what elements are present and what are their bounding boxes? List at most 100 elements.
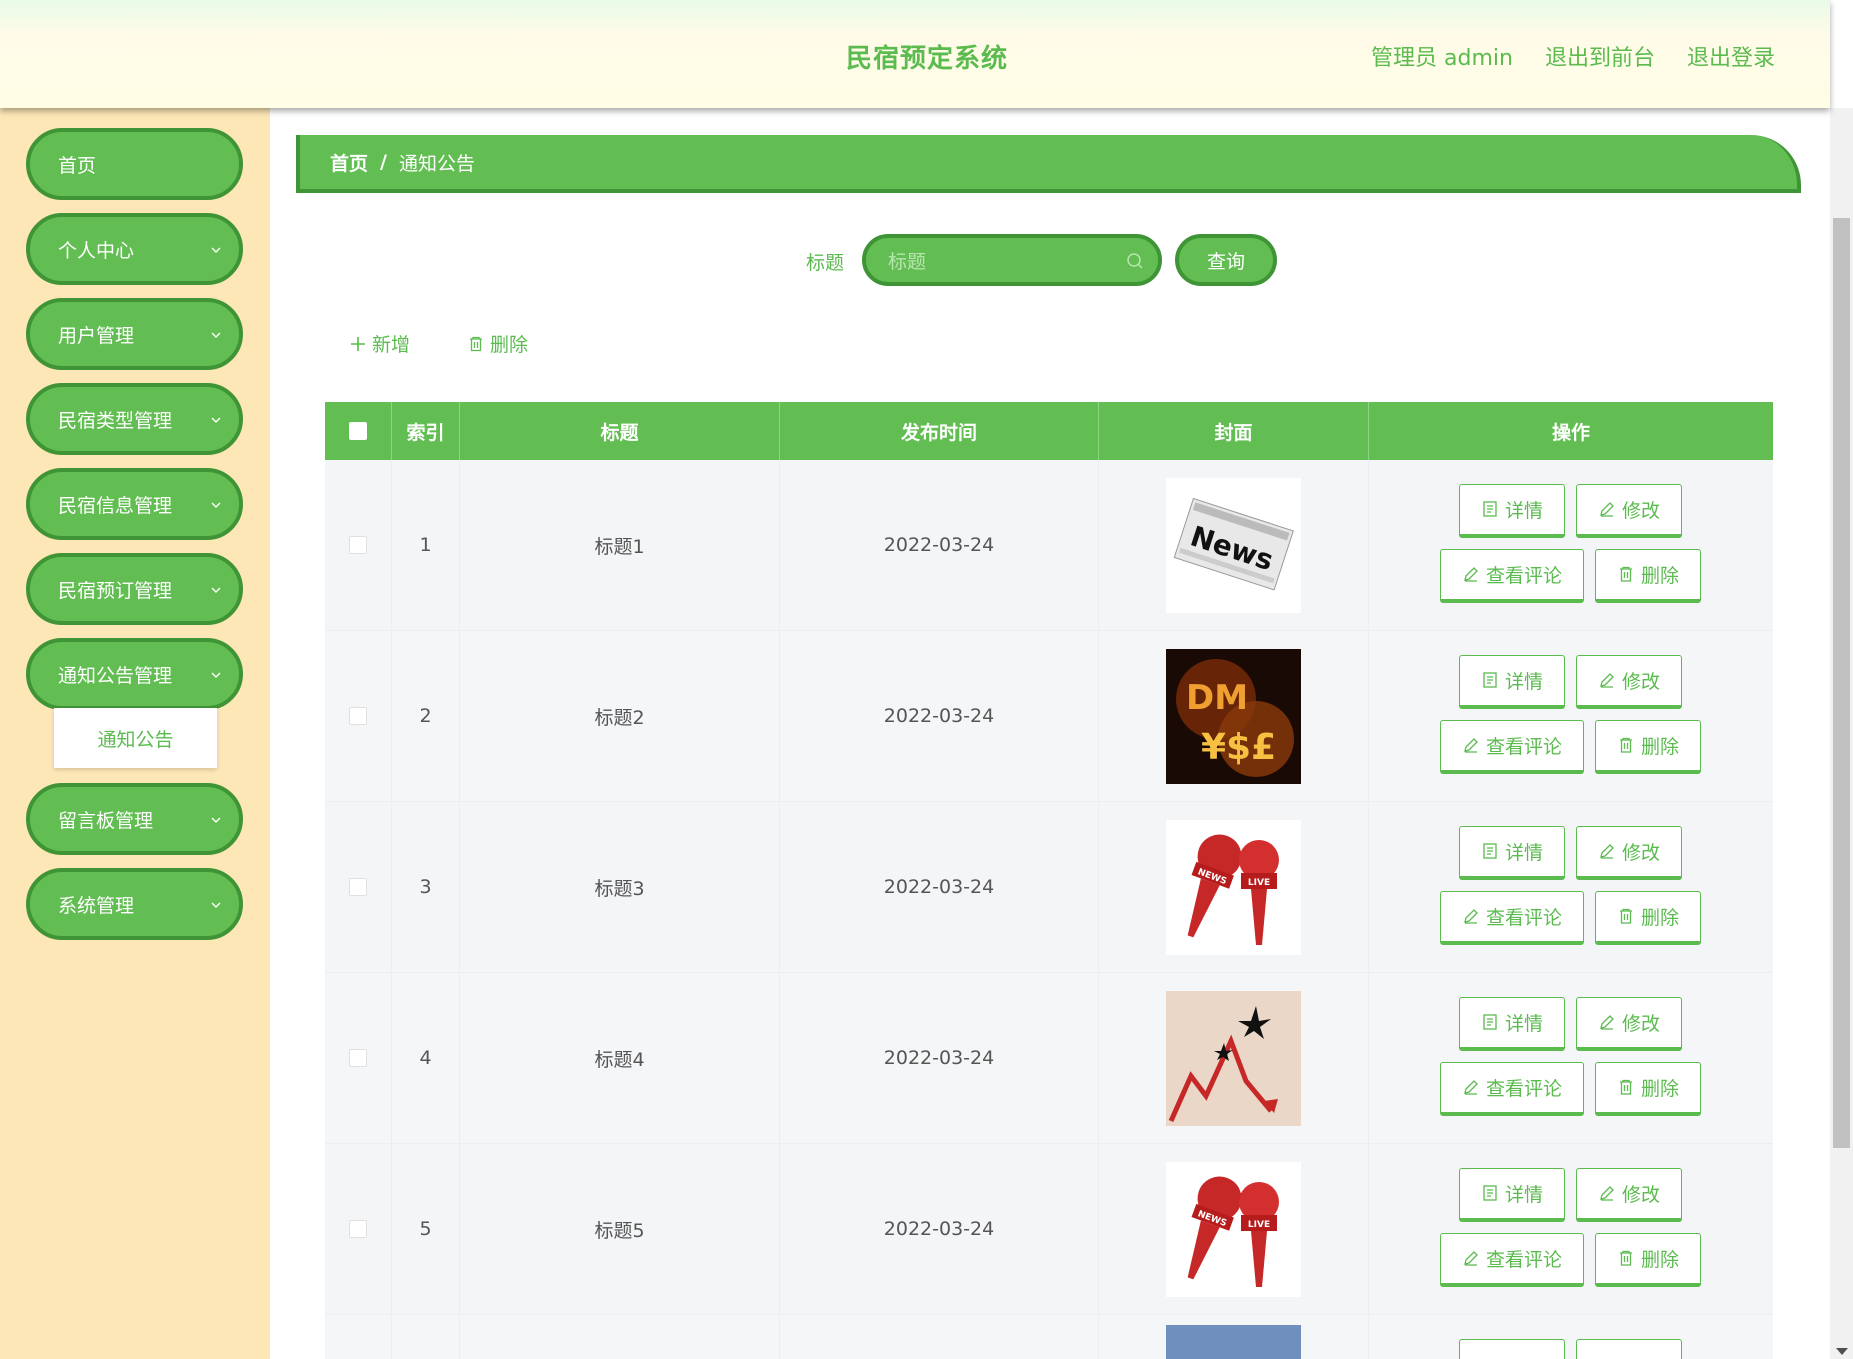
scrollbar[interactable] [1830, 108, 1853, 1359]
edit-label: 修改 [1621, 499, 1660, 522]
cover-image: News [1166, 477, 1301, 613]
trash-icon [1619, 1250, 1632, 1266]
view-comments-label: 查看评论 [1485, 735, 1562, 758]
edit-button[interactable]: 修改 [1576, 825, 1682, 880]
edit-icon [1464, 738, 1478, 753]
detail-button[interactable]: 详情 [1459, 654, 1565, 709]
chevron-down-icon [211, 332, 221, 338]
breadcrumb-current: 通知公告 [398, 152, 475, 175]
detail-button[interactable] [1459, 1339, 1565, 1359]
sidebar-item-label: 首页 [58, 154, 97, 177]
logout-link[interactable]: 退出登录 [1687, 40, 1775, 72]
sidebar-item-system-management[interactable]: 系统管理 [26, 868, 243, 940]
sidebar-item-personal-center[interactable]: 个人中心 [26, 213, 243, 285]
cell-title: 标题5 [460, 1144, 780, 1314]
trash-icon [1619, 1079, 1632, 1095]
delete-label: 删除 [1640, 1248, 1679, 1271]
row-checkbox[interactable] [349, 536, 367, 554]
row-checkbox[interactable] [349, 878, 367, 896]
detail-button[interactable]: 详情 [1459, 825, 1565, 880]
back-to-front-link[interactable]: 退出到前台 [1545, 40, 1655, 72]
delete-button[interactable]: 删除 [1595, 1061, 1701, 1116]
cell-index: 2 [392, 631, 460, 801]
sidebar-item-home[interactable]: 首页 [26, 128, 243, 200]
document-icon [1483, 1014, 1497, 1030]
search-label: 标题 [806, 252, 845, 274]
table-row: 1 标题1 2022-03-24 News 详情 修改 查看评论 删除 [325, 460, 1773, 631]
svg-text:DM: DM [1186, 678, 1248, 718]
edit-button[interactable]: 修改 [1576, 1167, 1682, 1222]
breadcrumb-home[interactable]: 首页 [330, 149, 368, 176]
view-comments-button[interactable]: 查看评论 [1440, 1061, 1584, 1116]
edit-icon [1464, 909, 1478, 924]
document-icon [1483, 843, 1497, 859]
row-checkbox[interactable] [349, 1049, 367, 1067]
row-actions: 详情 修改 查看评论 删除 [1369, 973, 1773, 1144]
edit-label: 修改 [1621, 670, 1660, 693]
row-checkbox[interactable] [349, 707, 367, 725]
sidebar-item-user-management[interactable]: 用户管理 [26, 298, 243, 370]
view-comments-button[interactable]: 查看评论 [1440, 719, 1584, 774]
cell-title: 标题1 [460, 460, 780, 630]
sidebar-item-homestay-info[interactable]: 民宿信息管理 [26, 468, 243, 540]
cover-image [1166, 990, 1301, 1126]
submenu-item-notice[interactable]: 通知公告 [54, 708, 217, 768]
detail-button[interactable]: 详情 [1459, 996, 1565, 1051]
view-comments-button[interactable]: 查看评论 [1440, 548, 1584, 603]
detail-button[interactable]: 详情 [1459, 483, 1565, 538]
breadcrumb-separator: / [380, 151, 387, 173]
sidebar-item-label: 民宿信息管理 [58, 494, 173, 517]
detail-label: 详情 [1504, 499, 1543, 522]
chevron-down-icon [211, 902, 221, 908]
edit-icon [1464, 1080, 1478, 1095]
edit-button[interactable]: 修改 [1576, 996, 1682, 1051]
edit-icon [1600, 1015, 1614, 1030]
sidebar-item-notice-management[interactable]: 通知公告管理 [26, 638, 243, 710]
edit-button[interactable]: 修改 [1576, 483, 1682, 538]
edit-icon [1464, 567, 1478, 582]
breadcrumb: 首页 / 通知公告 [296, 135, 1801, 193]
row-actions: 详情 修改 查看评论 删除 [1369, 1144, 1773, 1315]
sidebar-item-message-board[interactable]: 留言板管理 [26, 783, 243, 855]
sidebar-item-label: 通知公告管理 [58, 664, 173, 687]
cover-image [1166, 1325, 1301, 1359]
scroll-down-arrow-icon[interactable] [1836, 1348, 1848, 1355]
sidebar-item-label: 系统管理 [58, 894, 135, 917]
view-comments-button[interactable]: 查看评论 [1440, 890, 1584, 945]
delete-button[interactable]: 删除 [1595, 719, 1701, 774]
document-icon [1483, 1185, 1497, 1201]
detail-label: 详情 [1504, 841, 1543, 864]
cell-title: 标题3 [460, 802, 780, 972]
row-checkbox[interactable] [349, 1220, 367, 1238]
view-comments-label: 查看评论 [1485, 906, 1562, 929]
edit-label: 修改 [1621, 1183, 1660, 1206]
add-button[interactable]: 新增 [350, 330, 410, 357]
admin-user-label[interactable]: 管理员 admin [1371, 40, 1513, 72]
cell-date: 2022-03-24 [780, 460, 1099, 630]
view-comments-button[interactable]: 查看评论 [1440, 1232, 1584, 1287]
search-icon [1127, 253, 1143, 269]
sidebar-item-homestay-type[interactable]: 民宿类型管理 [26, 383, 243, 455]
delete-button[interactable]: 删除 [1595, 890, 1701, 945]
cell-title: 标题2 [460, 631, 780, 801]
edit-label: 修改 [1621, 841, 1660, 864]
row-actions: 详情 修改 查看评论 删除 [1369, 460, 1773, 631]
cell-index: 5 [392, 1144, 460, 1314]
batch-delete-button[interactable]: 删除 [468, 330, 528, 357]
delete-button[interactable]: 删除 [1595, 548, 1701, 603]
plus-icon [351, 336, 365, 351]
cell-date: 2022-03-24 [780, 631, 1099, 801]
edit-button[interactable] [1576, 1339, 1682, 1359]
sidebar-item-homestay-booking[interactable]: 民宿预订管理 [26, 553, 243, 625]
edit-button[interactable]: 修改 [1576, 654, 1682, 709]
select-all-checkbox[interactable] [349, 422, 367, 440]
edit-label: 修改 [1621, 1012, 1660, 1035]
trash-icon [1619, 908, 1632, 924]
sidebar: 首页 个人中心 用户管理 民宿类型管理 民宿信息管理 民宿预订管理 通知公告管理… [0, 108, 270, 1359]
search-input[interactable]: 标题 [862, 234, 1162, 286]
cell-date: 2022-03-24 [780, 973, 1099, 1143]
query-button[interactable]: 查询 [1175, 234, 1277, 286]
detail-button[interactable]: 详情 [1459, 1167, 1565, 1222]
delete-button[interactable]: 删除 [1595, 1232, 1701, 1287]
scrollbar-thumb[interactable] [1833, 218, 1850, 1148]
